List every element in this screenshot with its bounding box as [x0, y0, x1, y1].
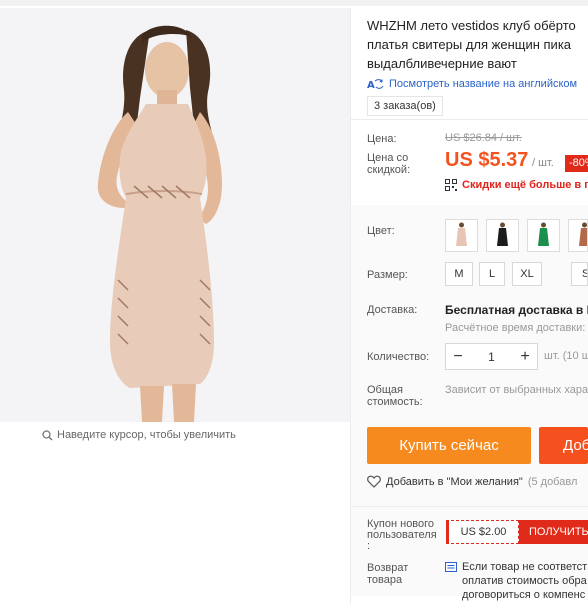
orders-count: 3 заказа(ов) — [367, 96, 443, 116]
price-unit: / шт. — [532, 157, 554, 169]
magnifier-icon — [42, 429, 53, 440]
color-option-beige[interactable] — [445, 219, 478, 252]
size-option-m[interactable]: M — [445, 262, 473, 286]
zoom-hint-text: Наведите курсор, чтобы увеличить — [57, 429, 236, 441]
return-policy-line: договориться о компенс — [462, 589, 586, 601]
quantity-input[interactable]: 1 — [470, 350, 513, 364]
total-label: Общая стоимость: — [367, 384, 423, 408]
total-value: Зависит от выбранных хара — [445, 384, 588, 396]
quantity-decrease-button[interactable]: − — [446, 344, 470, 369]
discount-price-label-line1: Цена со — [367, 152, 409, 164]
product-title-line: WHZHM лето vestidos клуб обёрто — [367, 18, 576, 33]
buy-now-button[interactable]: Купить сейчас — [367, 427, 531, 464]
translate-link[interactable]: A Посмотреть название на английском — [367, 78, 577, 90]
dress-thumb-icon — [538, 222, 549, 246]
dress-thumb-icon — [456, 222, 467, 246]
coupon-label-line3: : — [367, 540, 371, 552]
return-label: Возврат товара — [367, 562, 427, 586]
discount-price-label: Цена со скидкой: — [367, 152, 410, 176]
return-policy: Если товар не соответст оплатив стоимост… — [445, 560, 588, 602]
top-strip — [0, 0, 588, 6]
promo-text: Скидки ещё больше в пр — [462, 179, 588, 191]
heart-icon — [367, 475, 381, 488]
translate-link-text: Посмотреть название на английском — [389, 78, 578, 90]
dress-photo-icon — [0, 8, 350, 422]
size-option-l[interactable]: L — [479, 262, 505, 286]
total-label-line2: стоимость: — [367, 396, 423, 408]
divider — [351, 119, 588, 120]
size-option-s[interactable]: S — [571, 262, 588, 286]
color-option-brown[interactable] — [568, 219, 588, 252]
coupon-value: US $2.00 — [446, 520, 519, 544]
color-label: Цвет: — [367, 225, 395, 237]
zoom-hint: Наведите курсор, чтобы увеличить — [42, 429, 236, 441]
total-label-line1: Общая — [367, 384, 403, 396]
quantity-stepper: − 1 + — [445, 343, 538, 370]
shipping-estimate: Расчётное время доставки: — [445, 322, 586, 334]
return-label-line2: товара — [367, 574, 403, 586]
product-title-line: платья свитеры для женщин пика — [367, 37, 572, 52]
return-policy-text: Если товар не соответст оплатив стоимост… — [462, 560, 587, 602]
return-policy-line: оплатив стоимость обра — [462, 575, 587, 587]
document-icon — [445, 562, 457, 572]
price-label: Цена: — [367, 133, 397, 145]
quantity-available: шт. (10 ш — [544, 350, 588, 362]
coupon-label: Купон нового пользователя : — [367, 519, 443, 552]
wishlist-count: (5 добавл — [527, 475, 578, 488]
dress-thumb-icon — [579, 222, 587, 246]
svg-text:A: A — [367, 80, 375, 90]
dress-thumb-icon — [497, 222, 508, 246]
discount-badge: -80% — [565, 155, 588, 172]
return-label-line1: Возврат — [367, 562, 409, 574]
product-title: WHZHM лето vestidos клуб обёрто платья с… — [367, 16, 588, 73]
add-to-cart-button[interactable]: Доб — [539, 427, 588, 464]
discount-price-label-line2: скидкой: — [367, 164, 411, 176]
product-title-line: выдалбливечерние вают — [367, 56, 517, 71]
return-policy-line: Если товар не соответст — [462, 561, 588, 573]
size-label: Размер: — [367, 269, 408, 281]
wishlist-link[interactable]: Добавить в "Мои желания" (5 добавл — [367, 475, 577, 488]
shipping-value[interactable]: Бесплатная доставка в Ru — [445, 303, 588, 317]
promo-link[interactable]: Скидки ещё больше в пр — [445, 179, 588, 191]
divider — [351, 506, 588, 507]
get-coupon-button[interactable]: ПОЛУЧИТЬ — [519, 520, 588, 544]
current-price: US $5.37 — [445, 149, 529, 171]
shipping-label: Доставка: — [367, 304, 418, 316]
old-price: US $26.84 / шт. — [445, 132, 522, 144]
quantity-increase-button[interactable]: + — [513, 344, 537, 369]
product-main-image[interactable] — [0, 8, 350, 422]
quantity-label: Количество: — [367, 351, 430, 363]
wishlist-text: Добавить в "Мои желания" — [386, 475, 523, 488]
qr-code-icon — [445, 179, 457, 191]
color-option-green[interactable] — [527, 219, 560, 252]
color-option-black[interactable] — [486, 219, 519, 252]
coupon-label-line2: пользователя — [367, 529, 437, 541]
translate-icon: A — [367, 79, 384, 90]
size-option-xl[interactable]: XL — [512, 262, 542, 286]
